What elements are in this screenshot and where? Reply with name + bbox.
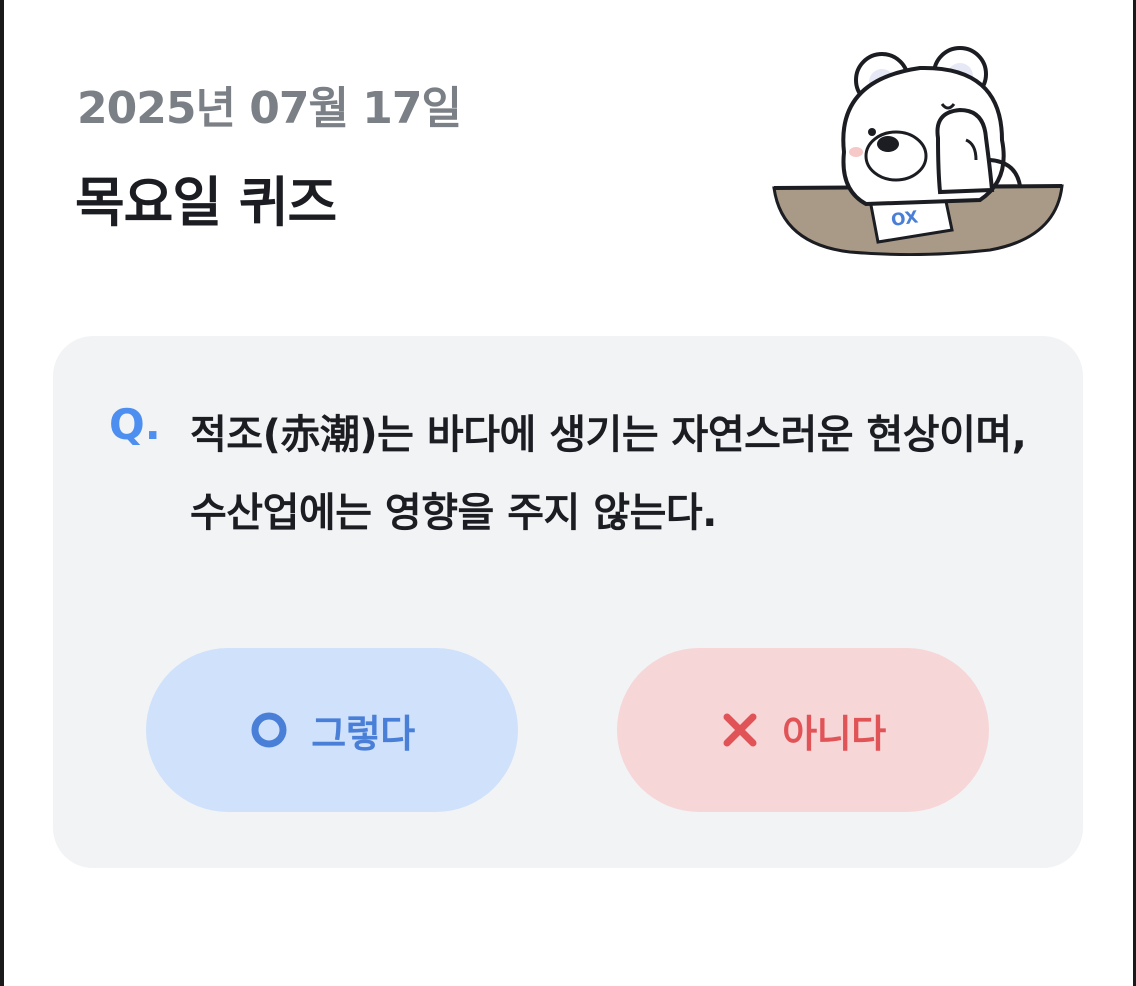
- svg-text:OX: OX: [890, 207, 919, 231]
- frame-edge: [0, 0, 4, 986]
- bear-mascot-icon: OX: [770, 40, 1066, 257]
- quiz-card: Q. 적조(赤潮)는 바다에 생기는 자연스러운 현상이며, 수산업에는 영향을…: [53, 336, 1083, 868]
- answer-yes-label: 그렇다: [311, 711, 415, 756]
- answer-yes-button[interactable]: 그렇다: [146, 648, 518, 812]
- question-prefix: Q.: [109, 400, 161, 449]
- answer-no-label: 아니다: [782, 711, 886, 756]
- question-text: 적조(赤潮)는 바다에 생기는 자연스러운 현상이며, 수산업에는 영향을 주지…: [190, 412, 1027, 536]
- x-mark-icon: [720, 710, 760, 750]
- page-title: 목요일 퀴즈: [75, 171, 337, 234]
- quiz-date: 2025년 07월 17일: [77, 83, 462, 134]
- circle-o-icon: [249, 710, 289, 750]
- answer-no-button[interactable]: 아니다: [617, 648, 989, 812]
